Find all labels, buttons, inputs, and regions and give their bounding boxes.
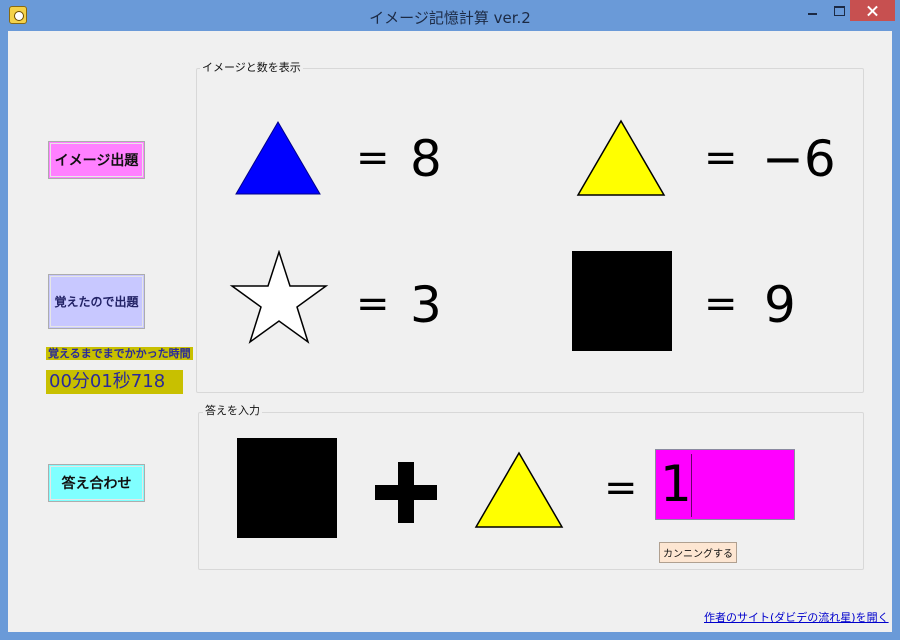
number-value: −6: [762, 130, 836, 188]
memorized-quiz-button[interactable]: 覚えたので出題: [48, 274, 145, 329]
equals-sign: =: [704, 281, 738, 327]
maximize-button[interactable]: [826, 0, 852, 21]
check-answer-button[interactable]: 答え合わせ: [48, 464, 145, 502]
yellow-triangle-icon: [474, 451, 564, 528]
equals-sign: =: [356, 281, 390, 327]
white-star-icon: [229, 250, 329, 344]
minimize-button[interactable]: [800, 0, 826, 21]
time-label: 覚えるまでまでかかった時間: [46, 347, 193, 360]
client-area: イメージ出題 覚えたので出題 覚えるまでまでかかった時間 00分01秒718 答…: [8, 31, 892, 632]
text-cursor: [691, 454, 692, 517]
close-button[interactable]: [850, 0, 895, 21]
author-site-link[interactable]: 作者のサイト(ダビデの流れ星)を開く: [704, 609, 889, 625]
display-group-caption: イメージと数を表示: [200, 61, 303, 74]
yellow-triangle-icon: [576, 119, 666, 196]
cheat-button[interactable]: カンニングする: [659, 542, 737, 563]
equals-sign: =: [704, 135, 738, 181]
window-title: イメージ記憶計算 ver.2: [369, 9, 531, 27]
equals-sign: =: [604, 465, 638, 511]
answer-group-caption: 答えを入力: [203, 404, 262, 417]
black-square-icon: [572, 251, 672, 351]
equals-sign: =: [356, 135, 390, 181]
number-value: 8: [410, 130, 442, 188]
answer-input[interactable]: 1: [655, 449, 795, 520]
time-value: 00分01秒718: [46, 370, 183, 394]
blue-triangle-icon: [235, 121, 321, 195]
answer-input-value: 1: [660, 455, 692, 513]
number-value: 9: [764, 276, 796, 334]
black-square-icon: [237, 438, 337, 538]
number-value: 3: [410, 276, 442, 334]
image-quiz-button[interactable]: イメージ出題: [48, 141, 145, 179]
title-bar: イメージ記憶計算 ver.2: [0, 0, 900, 31]
